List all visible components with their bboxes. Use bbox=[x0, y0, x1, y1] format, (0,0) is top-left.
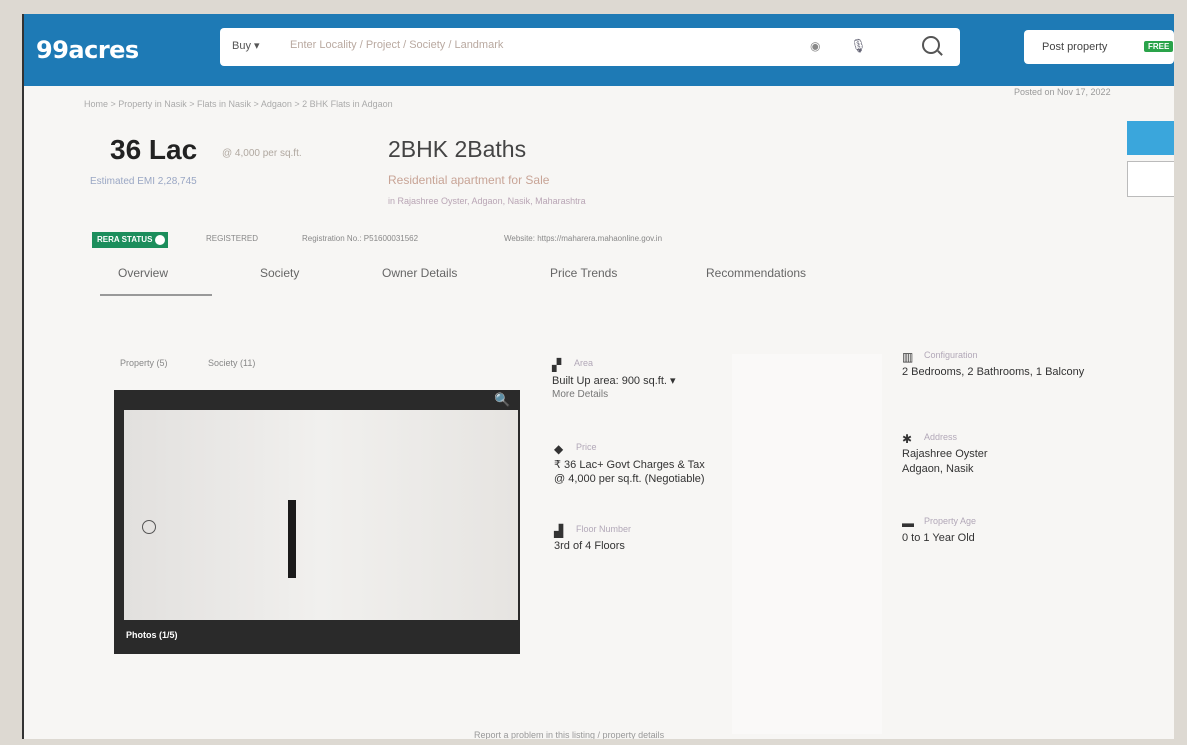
shortlist-button[interactable] bbox=[1127, 161, 1174, 197]
address-line2: Adgaon, Nasik bbox=[902, 463, 974, 475]
section-tabs: Overview Society Owner Details Price Tre… bbox=[99, 266, 900, 296]
area-value[interactable]: Built Up area: 900 sq.ft. ▾ bbox=[552, 374, 676, 387]
buy-dropdown[interactable]: Buy ▾ bbox=[232, 39, 260, 52]
floor-label: Floor Number bbox=[576, 524, 632, 534]
microphone-icon[interactable]: 🎙 bbox=[850, 38, 867, 54]
photo-gallery[interactable]: 🔍 Photos (1/5) bbox=[114, 390, 520, 654]
price-tag-icon: ◆ bbox=[554, 442, 564, 456]
photo-count[interactable]: Photos (1/5) bbox=[126, 630, 178, 640]
property-location[interactable]: in Rajashree Oyster, Adgaon, Nasik, Maha… bbox=[388, 196, 586, 206]
zoom-icon[interactable]: 🔍 bbox=[494, 392, 512, 410]
address-line1: Rajashree Oyster bbox=[902, 448, 988, 460]
listing-title: 2BHK 2Baths bbox=[388, 136, 527, 162]
photo-tab-property[interactable]: Property (5) bbox=[120, 358, 168, 368]
property-age-label: Property Age bbox=[924, 516, 977, 526]
tab-recommendations[interactable]: Recommendations bbox=[706, 266, 806, 280]
posted-on-date: Posted on Nov 17, 2022 bbox=[1014, 87, 1111, 97]
post-property-label: Post property bbox=[1042, 41, 1108, 53]
area-icon: ▞ bbox=[552, 358, 562, 372]
floor-icon: ▟ bbox=[554, 524, 564, 538]
report-problem-link[interactable]: Report a problem in this listing / prope… bbox=[474, 730, 664, 739]
photo-subtabs: Property (5) Society (11) bbox=[120, 358, 255, 368]
tab-overview[interactable]: Overview bbox=[99, 266, 213, 296]
area-label: Area bbox=[574, 358, 594, 368]
property-age-value: 0 to 1 Year Old bbox=[902, 532, 975, 544]
price-per-sqft: @ 4,000 per sq.ft. bbox=[222, 148, 302, 159]
contact-owner-button[interactable] bbox=[1127, 121, 1174, 155]
emi-estimate[interactable]: Estimated EMI 2,28,745 bbox=[90, 176, 197, 187]
price-label: Price bbox=[576, 442, 597, 452]
price-per-sqft-detail: @ 4,000 per sq.ft. (Negotiable) bbox=[554, 473, 705, 485]
rera-badge-label: RERA STATUS bbox=[97, 235, 153, 244]
price-value: ₹ 36 Lac+ Govt Charges & Tax bbox=[554, 459, 705, 471]
site-logo[interactable]: 99acres bbox=[36, 36, 139, 64]
search-input[interactable]: Enter Locality / Project / Society / Lan… bbox=[290, 39, 503, 51]
light-switch bbox=[142, 520, 156, 534]
detail-column-bg bbox=[732, 354, 882, 734]
search-icon[interactable] bbox=[922, 36, 940, 54]
photo-tab-society[interactable]: Society (11) bbox=[208, 358, 255, 368]
bed-icon: ▥ bbox=[902, 350, 914, 364]
rera-registration-number: Registration No.: P51600031562 bbox=[302, 234, 419, 243]
property-photo[interactable] bbox=[124, 410, 518, 620]
area-more-link[interactable]: More Details bbox=[552, 389, 608, 400]
site-header: 99acres Buy ▾ Enter Locality / Project /… bbox=[24, 14, 1174, 86]
location-icon[interactable]: ◉ bbox=[810, 39, 820, 53]
breadcrumb[interactable]: Home > Property in Nasik > Flats in Nasi… bbox=[84, 99, 393, 109]
rera-status-badge: RERA STATUS bbox=[92, 232, 169, 248]
tab-owner-details[interactable]: Owner Details bbox=[382, 266, 457, 280]
listing-price: 36 Lac bbox=[110, 134, 198, 165]
info-icon[interactable] bbox=[155, 235, 166, 245]
free-badge: FREE bbox=[1144, 41, 1174, 52]
browser-screen: 99acres Buy ▾ Enter Locality / Project /… bbox=[22, 14, 1174, 739]
floor-value: 3rd of 4 Floors bbox=[554, 540, 625, 552]
calendar-icon: ▬ bbox=[902, 516, 914, 530]
configuration-value: 2 Bedrooms, 2 Bathrooms, 1 Balcony bbox=[902, 366, 1085, 378]
tab-society[interactable]: Society bbox=[260, 266, 299, 280]
search-bar[interactable]: Buy ▾ Enter Locality / Project / Society… bbox=[220, 28, 960, 66]
door-handle bbox=[288, 500, 296, 578]
rera-website[interactable]: Website: https://maharera.mahaonline.gov… bbox=[504, 234, 662, 243]
rera-registered: REGISTERED bbox=[206, 234, 259, 243]
post-property-button[interactable]: Post property FREE bbox=[1024, 30, 1174, 64]
configuration-label: Configuration bbox=[924, 350, 978, 360]
address-label: Address bbox=[924, 432, 958, 442]
property-type: Residential apartment for Sale bbox=[388, 173, 550, 187]
map-pin-icon: ✱ bbox=[902, 432, 913, 446]
tab-price-trends[interactable]: Price Trends bbox=[550, 266, 617, 280]
